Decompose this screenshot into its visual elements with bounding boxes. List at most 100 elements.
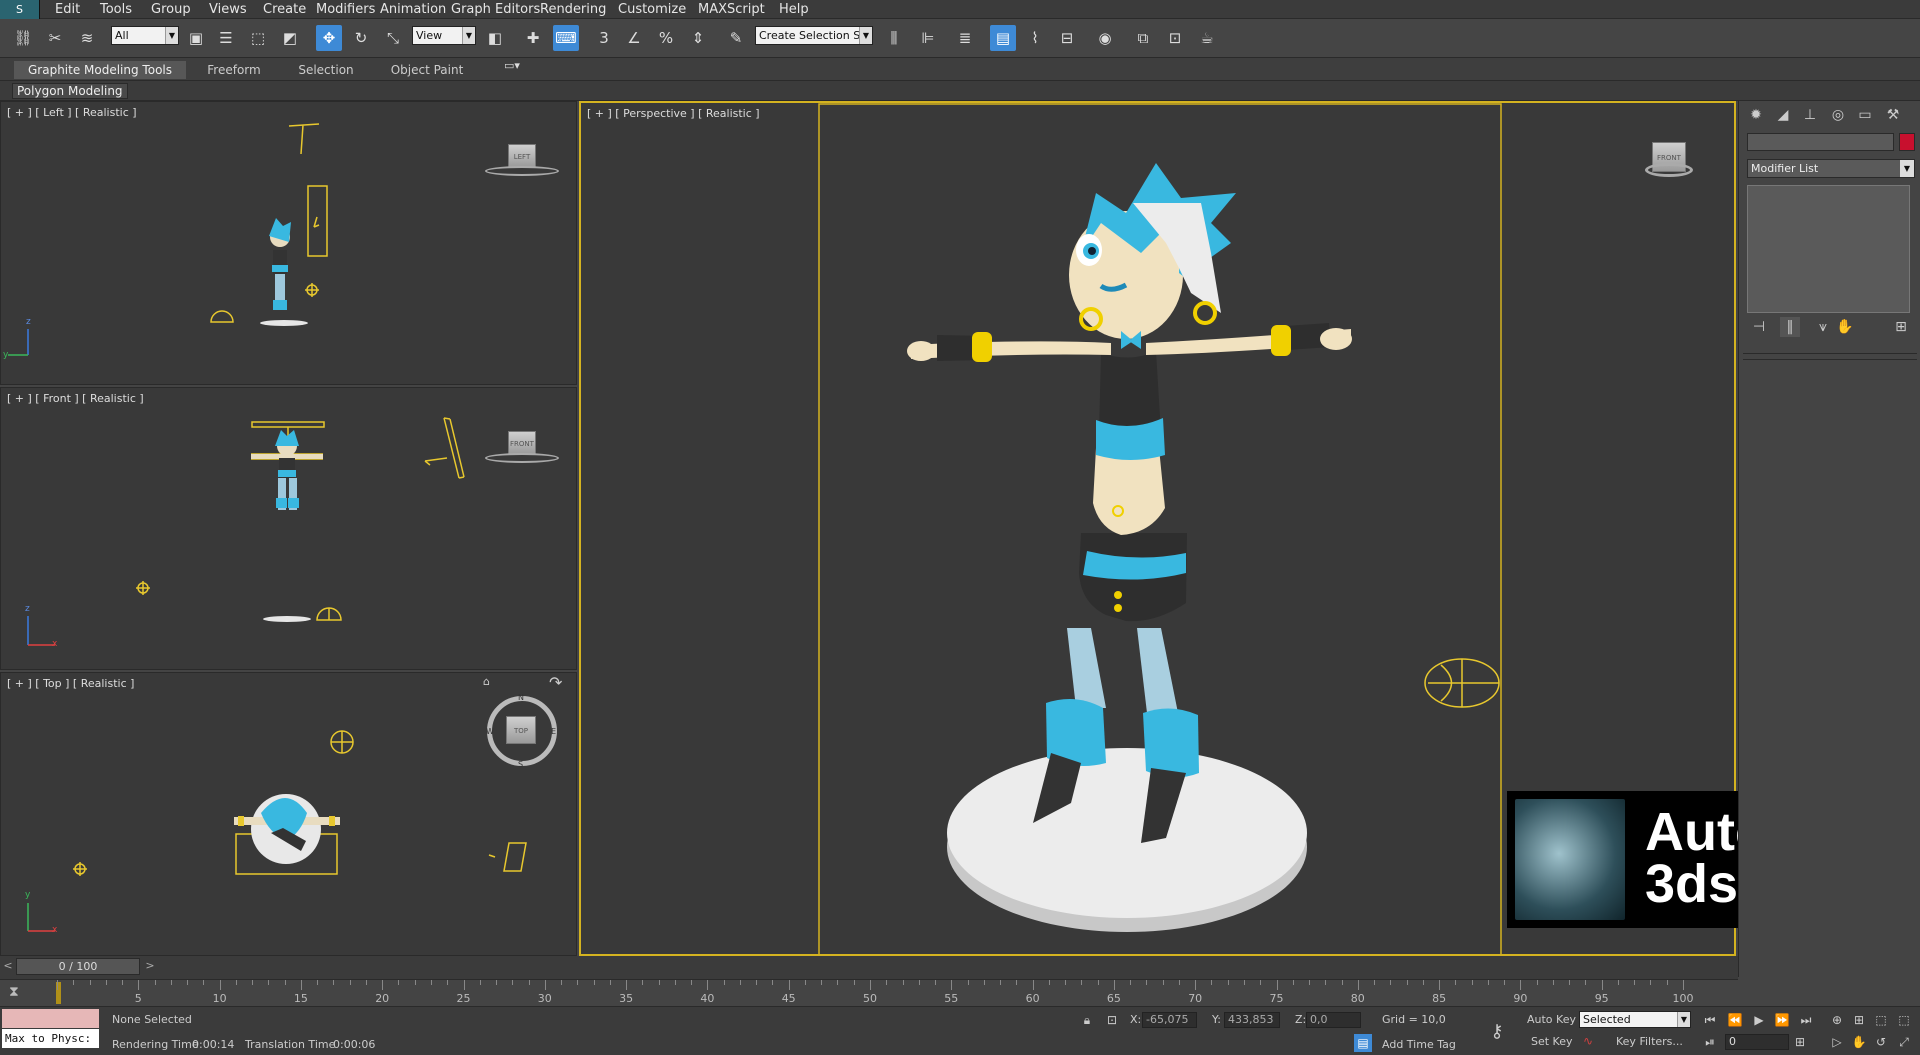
menu-edit[interactable]: Edit (55, 2, 80, 17)
maximize-viewport-icon[interactable]: ⤢ (1895, 1033, 1913, 1051)
window-crossing-icon[interactable]: ◩ (277, 25, 303, 51)
tab-graphite-modeling-tools[interactable]: Graphite Modeling Tools (14, 61, 186, 79)
zoom-icon[interactable]: ⊕ (1828, 1011, 1846, 1029)
motion-icon[interactable]: ◎ (1828, 105, 1848, 125)
viewport-top[interactable]: [ + ] [ Top ] [ Realistic ] ⌂ ↷ TOP N E … (0, 672, 577, 956)
time-config-icon[interactable]: ⊞ (1791, 1033, 1809, 1051)
edit-named-selection-icon[interactable]: ✎ (723, 25, 749, 51)
reference-coord-dropdown[interactable]: View ▼ (412, 26, 476, 45)
ribbon-options-icon[interactable]: ▭▾ (500, 54, 524, 76)
play-icon[interactable]: ▶ (1750, 1011, 1768, 1029)
orbit-icon[interactable]: ↺ (1872, 1033, 1890, 1051)
hierarchy-icon[interactable]: ⊥ (1800, 105, 1820, 125)
menu-tools[interactable]: Tools (100, 2, 132, 17)
align-icon[interactable]: ⊫ (915, 25, 941, 51)
y-coord-field[interactable]: 433,853 (1224, 1012, 1280, 1028)
graphite-toggle-icon[interactable]: ▤ (990, 25, 1016, 51)
pan-view-icon[interactable]: ✋ (1850, 1033, 1868, 1051)
add-time-tag[interactable]: Add Time Tag (1382, 1038, 1456, 1051)
z-coord-field[interactable]: 0,0 (1306, 1012, 1361, 1028)
mini-curve-editor-icon[interactable]: ⧗ (9, 984, 35, 1002)
menu-modifiers[interactable]: Modifiers (316, 2, 375, 17)
manipulate-icon[interactable]: ✚ (520, 25, 546, 51)
tab-freeform[interactable]: Freeform (196, 61, 272, 79)
app-logo-icon[interactable]: S (0, 0, 40, 19)
polygon-modeling-panel[interactable]: Polygon Modeling (12, 83, 128, 99)
configure-sets-icon[interactable]: ⊞ (1891, 317, 1911, 337)
menu-group[interactable]: Group (151, 2, 191, 17)
rect-region-icon[interactable]: ⬚ (245, 25, 271, 51)
menu-rendering[interactable]: Rendering (540, 2, 606, 17)
zoom-all-icon[interactable]: ⊞ (1850, 1011, 1868, 1029)
viewport-front[interactable]: [ + ] [ Front ] [ Realistic ] FRONT z x (0, 387, 577, 670)
zoom-extents-all-icon[interactable]: ⬚ (1895, 1011, 1913, 1029)
viewport-left[interactable]: [ + ] [ Left ] [ Realistic ] LEFT z y (0, 101, 577, 385)
menu-maxscript[interactable]: MAXScript (698, 2, 765, 17)
menu-help[interactable]: Help (779, 2, 809, 17)
render-setup-icon[interactable]: ⧉ (1130, 25, 1156, 51)
remove-modifier-icon[interactable]: ✋ (1835, 317, 1855, 337)
field-of-view-icon[interactable]: ▷ (1828, 1033, 1846, 1051)
menu-graph-editors[interactable]: Graph Editors (451, 2, 540, 17)
move-icon[interactable]: ✥ (316, 25, 342, 51)
schematic-view-icon[interactable]: ⊟ (1054, 25, 1080, 51)
keyboard-shortcut-override-icon[interactable]: ⌨ (553, 25, 579, 51)
modifier-stack[interactable] (1747, 185, 1910, 313)
time-slider[interactable]: 0 / 100 (16, 958, 140, 975)
show-end-result-icon[interactable]: ‖ (1780, 317, 1800, 337)
auto-key-button[interactable]: Auto Key (1527, 1013, 1576, 1026)
menu-create[interactable]: Create (263, 2, 306, 17)
object-name-field[interactable] (1747, 133, 1894, 151)
go-to-end-icon[interactable]: ⏭ (1797, 1011, 1815, 1029)
percent-snap-icon[interactable]: % (653, 25, 679, 51)
utilities-icon[interactable]: ⚒ (1883, 105, 1903, 125)
track-bar[interactable]: ⧗ 5 10 15 20 25 30 35 40 45 50 55 60 65 70 75 80 85 90 95 1… (0, 979, 1738, 1006)
modify-icon[interactable]: ◢ (1773, 105, 1793, 125)
maxscript-listener[interactable]: Max to Physc: (2, 1029, 99, 1048)
display-icon[interactable]: ▭ (1855, 105, 1875, 125)
time-next-icon[interactable]: > (142, 958, 158, 974)
time-prev-icon[interactable]: < (0, 958, 16, 974)
tab-object-paint[interactable]: Object Paint (380, 61, 474, 79)
rotate-icon[interactable]: ↻ (348, 25, 374, 51)
material-editor-icon[interactable]: ◉ (1092, 25, 1118, 51)
snap-3d-icon[interactable]: 3 (591, 25, 617, 51)
set-key-button[interactable]: Set Key (1531, 1035, 1573, 1048)
previous-frame-icon[interactable]: ⏪ (1726, 1011, 1744, 1029)
key-mode-toggle-icon[interactable]: ⏯ (1701, 1033, 1719, 1051)
maxscript-mini-listener-pink[interactable] (2, 1009, 99, 1028)
select-object-icon[interactable]: ▣ (183, 25, 209, 51)
tab-selection[interactable]: Selection (286, 61, 366, 79)
unlink-icon[interactable]: ✂ (42, 25, 68, 51)
key-filters-button[interactable]: Key Filters... (1616, 1035, 1683, 1048)
current-frame-field[interactable]: 0 (1725, 1034, 1789, 1050)
named-selection-dropdown[interactable]: Create Selection Se ▼ (755, 26, 873, 45)
mirror-icon[interactable]: ⫼ (881, 25, 907, 51)
make-unique-icon[interactable]: ⩛ (1813, 317, 1833, 337)
absolute-mode-icon[interactable]: ⊡ (1103, 1011, 1121, 1029)
key-curve-icon[interactable]: ∿ (1579, 1032, 1597, 1050)
go-to-start-icon[interactable]: ⏮ (1701, 1011, 1719, 1029)
layer-manager-icon[interactable]: ≣ (952, 25, 978, 51)
modifier-list-dropdown[interactable]: Modifier List ▼ (1747, 159, 1915, 178)
select-by-name-icon[interactable]: ☰ (213, 25, 239, 51)
scale-icon[interactable]: ⤡ (380, 25, 406, 51)
zoom-extents-icon[interactable]: ⬚ (1872, 1011, 1890, 1029)
pivot-icon[interactable]: ◧ (482, 25, 508, 51)
menu-views[interactable]: Views (209, 2, 247, 17)
curve-editor-icon[interactable]: ⌇ (1022, 25, 1048, 51)
menu-animation[interactable]: Animation (380, 2, 446, 17)
create-icon[interactable]: ✹ (1746, 105, 1766, 125)
angle-snap-icon[interactable]: ∠ (621, 25, 647, 51)
rendered-frame-icon[interactable]: ⊡ (1162, 25, 1188, 51)
x-coord-field[interactable]: -65,075 (1142, 1012, 1197, 1028)
object-color-swatch[interactable] (1899, 133, 1915, 151)
spinner-snap-icon[interactable]: ⇕ (685, 25, 711, 51)
set-key-icon[interactable]: ⚷ (1488, 1021, 1506, 1042)
pin-stack-icon[interactable]: ⊣ (1749, 317, 1769, 337)
render-icon[interactable]: ☕ (1194, 25, 1220, 51)
selection-filter-dropdown[interactable]: All ▼ (111, 26, 179, 45)
time-tag-icon[interactable]: ▤ (1354, 1034, 1372, 1052)
link-icon[interactable]: ⛓ (10, 25, 36, 51)
lock-selection-icon[interactable]: 🔒︎ (1078, 1011, 1096, 1029)
